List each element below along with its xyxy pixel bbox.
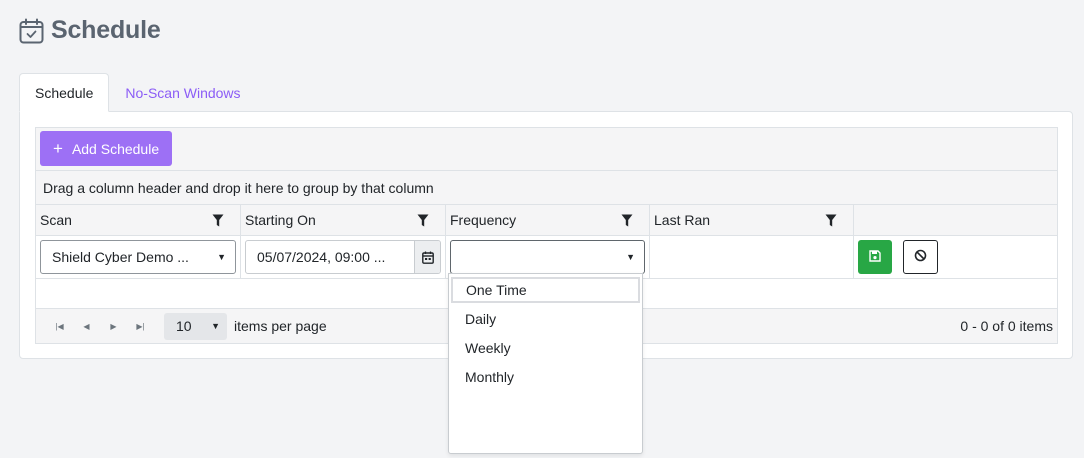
column-header-starting-on[interactable]: Starting On — [241, 205, 446, 235]
add-schedule-button[interactable]: + Add Schedule — [40, 131, 173, 166]
pager-info: 0 - 0 of 0 items — [960, 318, 1053, 334]
items-per-page-label: items per page — [234, 318, 327, 334]
save-button[interactable] — [858, 240, 892, 274]
caret-down-icon: ▼ — [217, 252, 226, 262]
cancel-button[interactable] — [903, 240, 938, 274]
tab-no-scan-windows[interactable]: No-Scan Windows — [109, 73, 255, 112]
cell-scan: Shield Cyber Demo ... ▼ — [36, 236, 241, 278]
calendar-icon[interactable] — [414, 241, 440, 273]
next-page-icon[interactable]: ▶ — [100, 309, 127, 343]
frequency-option-one-time[interactable]: One Time — [451, 277, 640, 303]
caret-down-icon: ▼ — [211, 321, 220, 331]
starting-on-datetime-picker[interactable]: 05/07/2024, 09:00 ... — [245, 240, 441, 274]
filter-icon[interactable] — [417, 214, 441, 227]
cell-last-ran — [650, 236, 854, 278]
last-page-icon[interactable]: ▶| — [127, 309, 154, 343]
calendar-check-icon — [19, 18, 44, 44]
grid-toolbar: + Add Schedule — [36, 128, 1057, 171]
column-label-frequency: Frequency — [450, 212, 517, 228]
column-header-scan[interactable]: Scan — [36, 205, 241, 235]
frequency-option-monthly[interactable]: Monthly — [451, 362, 640, 391]
cell-frequency: ▼ — [446, 236, 650, 278]
scan-select[interactable]: Shield Cyber Demo ... ▼ — [40, 240, 236, 274]
filter-icon[interactable] — [825, 214, 849, 227]
caret-down-icon: ▼ — [626, 252, 635, 262]
tab-bar: Schedule No-Scan Windows — [19, 73, 256, 112]
floppy-disk-icon — [869, 249, 881, 265]
frequency-dropdown-list: One Time Daily Weekly Monthly — [448, 273, 643, 454]
group-drop-area[interactable]: Drag a column header and drop it here to… — [36, 171, 1057, 205]
page-header: Schedule — [19, 16, 161, 45]
cancel-circle-icon — [914, 249, 927, 265]
column-label-last-ran: Last Ran — [654, 212, 711, 228]
scan-select-value: Shield Cyber Demo ... — [52, 249, 189, 265]
grid-header-row: Scan Starting On Frequency Last Ran — [36, 205, 1057, 236]
page-title: Schedule — [51, 16, 161, 44]
prev-page-icon[interactable]: ◀ — [73, 309, 100, 343]
frequency-option-daily[interactable]: Daily — [451, 304, 640, 333]
column-header-frequency[interactable]: Frequency — [446, 205, 650, 235]
starting-on-value[interactable]: 05/07/2024, 09:00 ... — [246, 249, 414, 265]
cell-starting-on: 05/07/2024, 09:00 ... — [241, 236, 446, 278]
add-schedule-label: Add Schedule — [71, 140, 160, 157]
page-size-value: 10 — [176, 318, 192, 334]
column-label-starting-on: Starting On — [245, 212, 316, 228]
column-header-last-ran[interactable]: Last Ran — [650, 205, 854, 235]
page-size-select[interactable]: 10 ▼ — [164, 312, 227, 340]
frequency-option-weekly[interactable]: Weekly — [451, 333, 640, 362]
cell-actions — [854, 236, 1057, 278]
first-page-icon[interactable]: |◀ — [46, 309, 73, 343]
tab-schedule[interactable]: Schedule — [19, 73, 110, 112]
frequency-select[interactable]: ▼ — [450, 240, 645, 274]
filter-icon[interactable] — [621, 214, 645, 227]
column-header-actions — [854, 205, 1057, 235]
column-label-scan: Scan — [40, 212, 72, 228]
filter-icon[interactable] — [212, 214, 236, 227]
plus-icon: + — [53, 139, 63, 158]
